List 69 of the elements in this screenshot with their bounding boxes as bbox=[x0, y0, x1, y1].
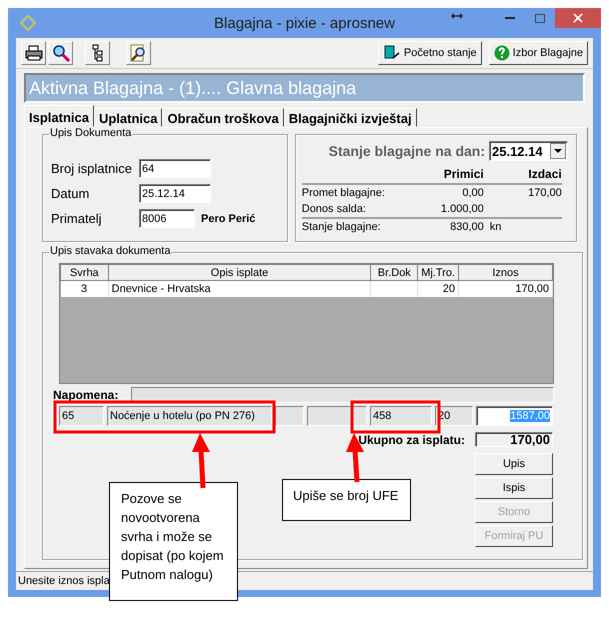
field-label: Datum bbox=[51, 186, 90, 201]
row-label: Stanje blagajne: bbox=[302, 217, 412, 235]
cabinet-icon bbox=[382, 45, 401, 61]
empty-field[interactable] bbox=[307, 406, 367, 426]
minimize-icon bbox=[505, 17, 515, 19]
search-button[interactable] bbox=[48, 41, 73, 65]
printer-button[interactable] bbox=[21, 41, 46, 65]
tab[interactable]: Isplatnica bbox=[24, 105, 94, 127]
opening-balance-button[interactable]: Početno stanje bbox=[378, 41, 482, 65]
app-icon bbox=[20, 15, 36, 31]
currency-text: kn bbox=[490, 221, 502, 233]
row-label: Promet blagajne: bbox=[302, 186, 386, 201]
column-header: Mj.Tro. bbox=[418, 264, 459, 280]
register-select-button[interactable]: Izbor Blagajne bbox=[488, 41, 588, 65]
group-title: Upis stavaka dokumenta bbox=[50, 245, 170, 257]
group-title: Upis Dokumenta bbox=[50, 127, 132, 139]
empty-field[interactable] bbox=[275, 406, 304, 426]
resize-icon bbox=[451, 13, 463, 19]
tab[interactable]: Uplatnica bbox=[94, 108, 162, 127]
column-header: Br.Dok bbox=[370, 264, 418, 280]
table-cell: 3 bbox=[60, 280, 108, 297]
active-register-title: Aktivna Blagajna - (1).... Glavna blagajna bbox=[24, 73, 585, 103]
row-label: Donos salda: bbox=[302, 202, 367, 217]
balance-date-label: Stanje blagajne na dan: bbox=[328, 143, 485, 159]
status-text: Unesite iznos ispla bbox=[18, 575, 110, 587]
text-field[interactable]: 25.12.14 bbox=[139, 184, 211, 203]
callout-text: Pozove se novootvorena svrha i može se dopisat (po kojem Putnom nalogu) bbox=[121, 491, 224, 582]
close-icon bbox=[573, 13, 583, 23]
total-label: Ukupno za isplatu: bbox=[358, 432, 465, 446]
column-header: Svrha bbox=[60, 264, 108, 280]
note-field[interactable] bbox=[131, 387, 554, 403]
table-cell: Dnevnice - Hrvatska bbox=[108, 280, 371, 297]
printer-icon bbox=[24, 45, 42, 61]
arrow bbox=[192, 433, 210, 488]
tab[interactable]: Obračun troškova bbox=[162, 108, 284, 127]
amount-text: 1.000,00 bbox=[440, 202, 484, 217]
maximize-icon bbox=[535, 14, 545, 22]
entry-field[interactable]: 458 bbox=[370, 406, 432, 426]
field-label: Primatelj bbox=[51, 211, 103, 226]
amount-text: 0,00 bbox=[461, 186, 484, 201]
recipient-name: Pero Perić bbox=[201, 212, 256, 224]
preview-icon bbox=[130, 44, 148, 62]
entry-field[interactable]: Noćenje u hotelu (po PN 276) bbox=[107, 406, 272, 426]
action-button[interactable]: Upis bbox=[475, 453, 553, 475]
field-label: Broj isplatnice bbox=[51, 161, 133, 176]
search-icon bbox=[52, 44, 70, 62]
date-dropdown[interactable]: 25.12.14 bbox=[489, 141, 568, 161]
table-cell: 170,00 bbox=[458, 280, 552, 297]
column-header: Izdaci bbox=[484, 167, 562, 185]
preview-button[interactable] bbox=[126, 41, 151, 65]
tree-icon bbox=[92, 44, 104, 62]
help-icon bbox=[494, 45, 510, 61]
column-header: Opis isplate bbox=[108, 264, 371, 280]
amount-text: 830,00 bbox=[412, 217, 484, 235]
amount-text: 170,00 bbox=[528, 187, 562, 199]
total-amount: 170,00 bbox=[475, 432, 553, 447]
column-header: Primici bbox=[412, 167, 484, 185]
column-header: Iznos bbox=[458, 264, 552, 280]
table-cell: 20 bbox=[418, 280, 459, 297]
tree-button[interactable] bbox=[85, 41, 110, 65]
entry-field[interactable]: 65 bbox=[59, 406, 104, 426]
close-button[interactable] bbox=[555, 8, 601, 28]
callout-text: Upiše se broj UFE bbox=[293, 488, 398, 503]
note-label: Napomena: bbox=[53, 388, 120, 402]
text-field[interactable]: 64 bbox=[139, 159, 211, 178]
text-field[interactable]: 8006 bbox=[139, 209, 195, 228]
tab[interactable]: Blagajnički izvještaj bbox=[284, 108, 417, 127]
action-button[interactable]: Ispis bbox=[475, 477, 553, 499]
window-title: Blagajna - pixie - aprosnew bbox=[214, 15, 395, 32]
